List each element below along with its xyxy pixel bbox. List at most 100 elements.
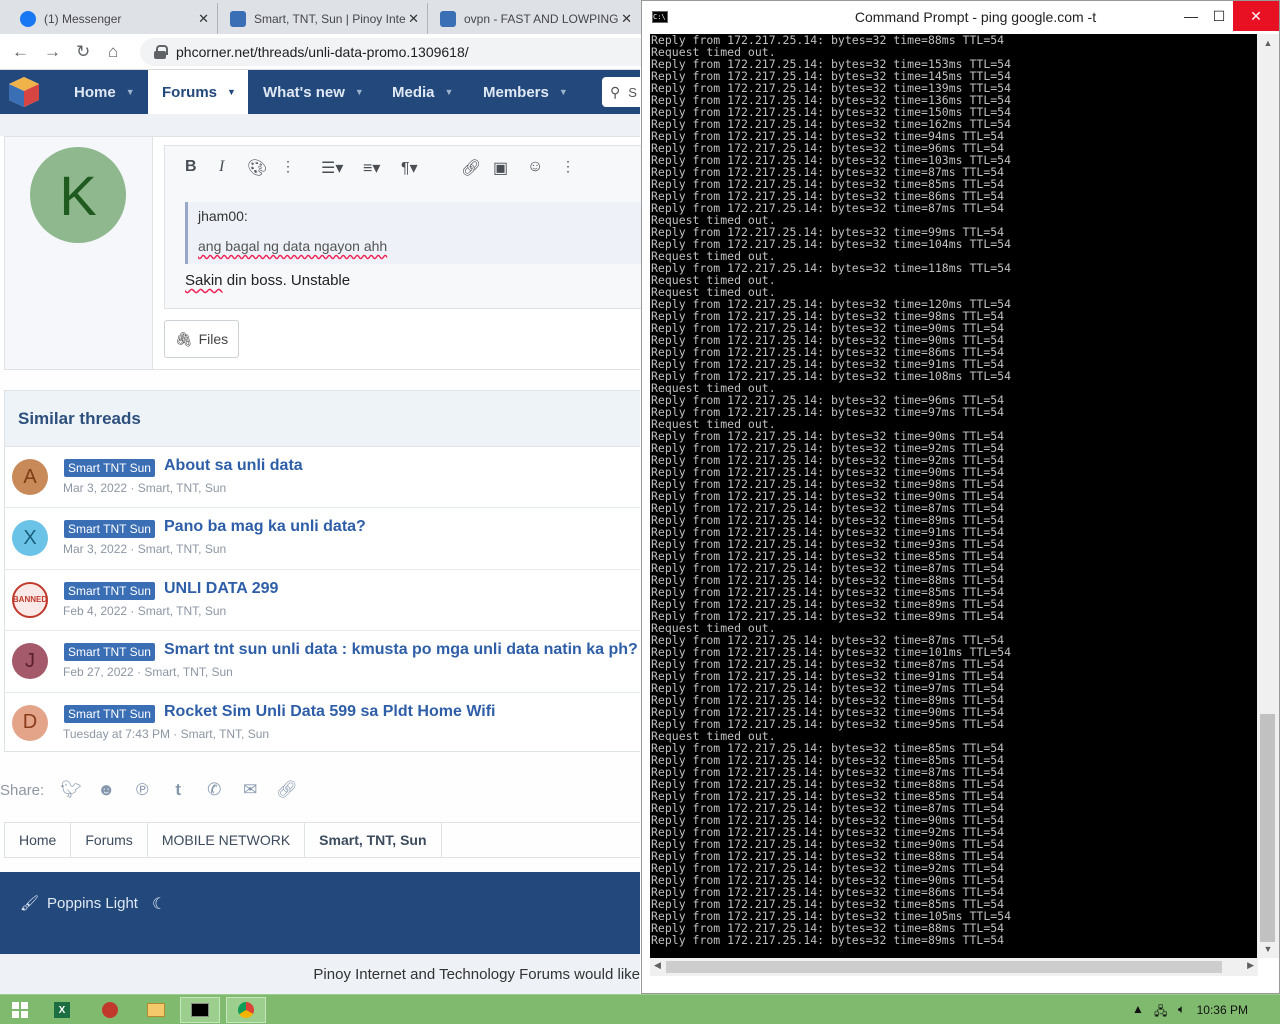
thread-meta: Mar 3, 2022 · Smart, TNT, Sun <box>63 481 227 495</box>
chevron-down-icon[interactable]: ▼ <box>445 87 454 97</box>
close-tab-icon[interactable]: ✕ <box>621 11 632 27</box>
url-field[interactable]: phcorner.net/threads/unli-data-promo.130… <box>140 38 660 66</box>
close-button[interactable]: ✕ <box>1233 1 1279 31</box>
site-logo-icon[interactable] <box>6 74 42 110</box>
more-options-icon[interactable]: ⋮ <box>561 158 575 175</box>
prefix-tag[interactable]: Smart TNT Sun <box>64 643 155 662</box>
thread-row[interactable]: X Smart TNT Sun Pano ba mag ka unli data? M… <box>5 508 640 570</box>
avatar[interactable]: BANNED <box>12 581 48 618</box>
list-icon[interactable]: ☰▾ <box>321 158 343 178</box>
tumblr-icon[interactable]: t <box>168 780 188 800</box>
excel-taskbar-button[interactable]: X <box>42 997 82 1023</box>
whatsapp-icon[interactable]: ✆ <box>204 780 224 800</box>
align-icon[interactable]: ≡▾ <box>363 158 380 178</box>
tab-messenger[interactable]: (1) Messenger ✕ <box>10 3 218 34</box>
thread-title-link[interactable]: About sa unli data <box>164 457 303 475</box>
window-title-bar[interactable]: C:\ Command Prompt - ping google.com -t … <box>642 1 1279 34</box>
reload-icon[interactable]: ↻ <box>76 42 90 62</box>
style-chooser[interactable]: 🖌︎ Poppins Light <box>20 894 138 913</box>
volume-icon[interactable]: 🔈︎ <box>1178 1002 1185 1017</box>
site-footer: 🖌︎ Poppins Light ☾ <box>0 872 640 954</box>
thread-title-link[interactable]: Rocket Sim Unli Data 599 sa Pldt Home Wi… <box>164 703 496 721</box>
phcorner-favicon-icon <box>440 10 456 27</box>
prefix-tag[interactable]: Smart TNT Sun <box>64 581 155 600</box>
scroll-left-icon[interactable]: ◀ <box>654 960 661 971</box>
horizontal-scrollbar[interactable]: ◀ ▶ <box>650 958 1258 976</box>
prefix-tag[interactable]: Smart TNT Sun <box>64 520 155 539</box>
email-icon[interactable]: ✉ <box>240 780 260 800</box>
close-tab-icon[interactable]: ✕ <box>408 11 419 27</box>
close-tab-icon[interactable]: ✕ <box>198 11 209 27</box>
prefix-tag[interactable]: Smart TNT Sun <box>64 704 155 723</box>
breadcrumb-mobile-network[interactable]: MOBILE NETWORK <box>148 822 306 858</box>
console-lines: Reply from 172.217.25.14: bytes=32 time=… <box>650 34 1258 946</box>
scroll-down-icon[interactable]: ▼ <box>1257 944 1279 954</box>
vertical-scrollbar[interactable]: ▲ ▼ <box>1257 34 1279 958</box>
pinterest-icon[interactable]: ℗ <box>132 780 152 800</box>
avatar[interactable]: D <box>12 704 48 741</box>
thread-title-link[interactable]: UNLI DATA 299 <box>164 580 278 598</box>
scrollbar-thumb[interactable] <box>666 961 1222 973</box>
chrome-taskbar-button[interactable] <box>226 997 266 1023</box>
start-button[interactable] <box>0 997 40 1023</box>
link-icon[interactable]: 🔗︎ <box>276 780 298 800</box>
palette-icon[interactable]: 🎨︎ <box>247 158 267 178</box>
bold-icon[interactable]: B <box>185 158 197 176</box>
nav-media[interactable]: Media ▼ <box>378 70 468 114</box>
thread-title-link[interactable]: Pano ba mag ka unli data? <box>164 518 366 536</box>
link-icon[interactable]: 🔗︎ <box>461 158 481 178</box>
scrollbar-thumb[interactable] <box>1260 714 1275 942</box>
prefix-tag[interactable]: Smart TNT Sun <box>64 459 155 477</box>
italic-icon[interactable]: I <box>219 158 224 176</box>
home-icon[interactable]: ⌂ <box>108 42 118 62</box>
breadcrumb-home[interactable]: Home <box>5 822 72 858</box>
avatar[interactable]: J <box>12 643 48 680</box>
chevron-down-icon[interactable]: ▼ <box>355 87 364 97</box>
chevron-down-icon[interactable]: ▼ <box>227 87 236 97</box>
console-output[interactable]: Reply from 172.217.25.14: bytes=32 time=… <box>650 34 1258 958</box>
app-taskbar-button[interactable] <box>90 997 130 1023</box>
scroll-up-icon[interactable]: ▲ <box>1257 38 1279 48</box>
avatar[interactable]: X <box>12 520 48 557</box>
thread-row[interactable]: BANNED Smart TNT Sun UNLI DATA 299 Feb 4, 2… <box>5 570 640 632</box>
emoji-icon[interactable]: ☺ <box>527 158 543 176</box>
paragraph-icon[interactable]: ¶▾ <box>401 158 418 178</box>
thread-title-link[interactable]: Smart tnt sun unli data : kmusta po mga … <box>164 641 638 659</box>
explorer-taskbar-button[interactable] <box>136 997 176 1023</box>
scroll-right-icon[interactable]: ▶ <box>1247 960 1254 971</box>
nav-members[interactable]: Members ▼ <box>468 70 586 114</box>
image-icon[interactable]: ▣ <box>493 158 508 178</box>
reddit-icon[interactable]: ☻ <box>96 780 116 800</box>
avatar[interactable]: K <box>30 147 126 243</box>
thread-row[interactable]: A Smart TNT Sun About sa unli data Mar 3, 2… <box>5 447 640 509</box>
nav-home[interactable]: Home ▼ <box>60 70 148 114</box>
thread-row[interactable]: J Smart TNT Sun Smart tnt sun unli data : … <box>5 631 640 693</box>
breadcrumb-smart-tnt-sun[interactable]: Smart, TNT, Sun <box>305 822 442 858</box>
reply-text[interactable]: Sakin din boss. Unstable <box>185 272 350 289</box>
nav-whats-new[interactable]: What's new ▼ <box>250 70 378 114</box>
chevron-down-icon[interactable]: ▼ <box>559 87 568 97</box>
cmd-taskbar-button[interactable] <box>180 997 220 1023</box>
dark-mode-moon-icon[interactable]: ☾ <box>152 894 166 914</box>
console-line: Reply from 172.217.25.14: bytes=32 time=… <box>651 933 1005 947</box>
breadcrumb-forums[interactable]: Forums <box>71 822 148 858</box>
twitter-icon[interactable]: 🐦︎ <box>60 780 82 800</box>
forward-arrow-icon[interactable]: → <box>44 42 61 62</box>
quick-reply-block: K B I 🎨︎ ⋮ ☰▾ ≡▾ ¶▾ 🔗︎ ▣ ☺ ⋮ jham00: ang… <box>4 136 643 370</box>
rich-text-editor[interactable]: B I 🎨︎ ⋮ ☰▾ ≡▾ ¶▾ 🔗︎ ▣ ☺ ⋮ jham00: ang b… <box>164 145 643 309</box>
chevron-down-icon[interactable]: ▼ <box>126 87 135 97</box>
tab-ovpn[interactable]: ovpn - FAST AND LOWPING ✕ <box>430 3 640 34</box>
attach-files-button[interactable]: 🖇︎ Files <box>164 320 239 358</box>
back-arrow-icon[interactable]: ← <box>12 42 29 62</box>
avatar[interactable]: A <box>12 459 48 495</box>
nav-forums[interactable]: Forums ▼ <box>148 70 248 114</box>
network-icon[interactable]: 🖧︎ <box>1154 1002 1167 1023</box>
nav-label: Members <box>483 83 549 101</box>
tab-smart-tnt-sun[interactable]: Smart, TNT, Sun | Pinoy Inte ✕ <box>220 3 428 34</box>
show-hidden-icons-icon[interactable]: ▲ <box>1132 1002 1144 1016</box>
taskbar-clock[interactable]: 10:36 PM <box>1197 1003 1248 1017</box>
similar-threads-title: Similar threads <box>5 391 640 447</box>
more-options-icon[interactable]: ⋮ <box>281 158 295 175</box>
thread-row[interactable]: D Smart TNT Sun Rocket Sim Unli Data 599 s… <box>5 693 640 754</box>
similar-threads-list: A Smart TNT Sun About sa unli data Mar 3, 2… <box>5 447 640 754</box>
